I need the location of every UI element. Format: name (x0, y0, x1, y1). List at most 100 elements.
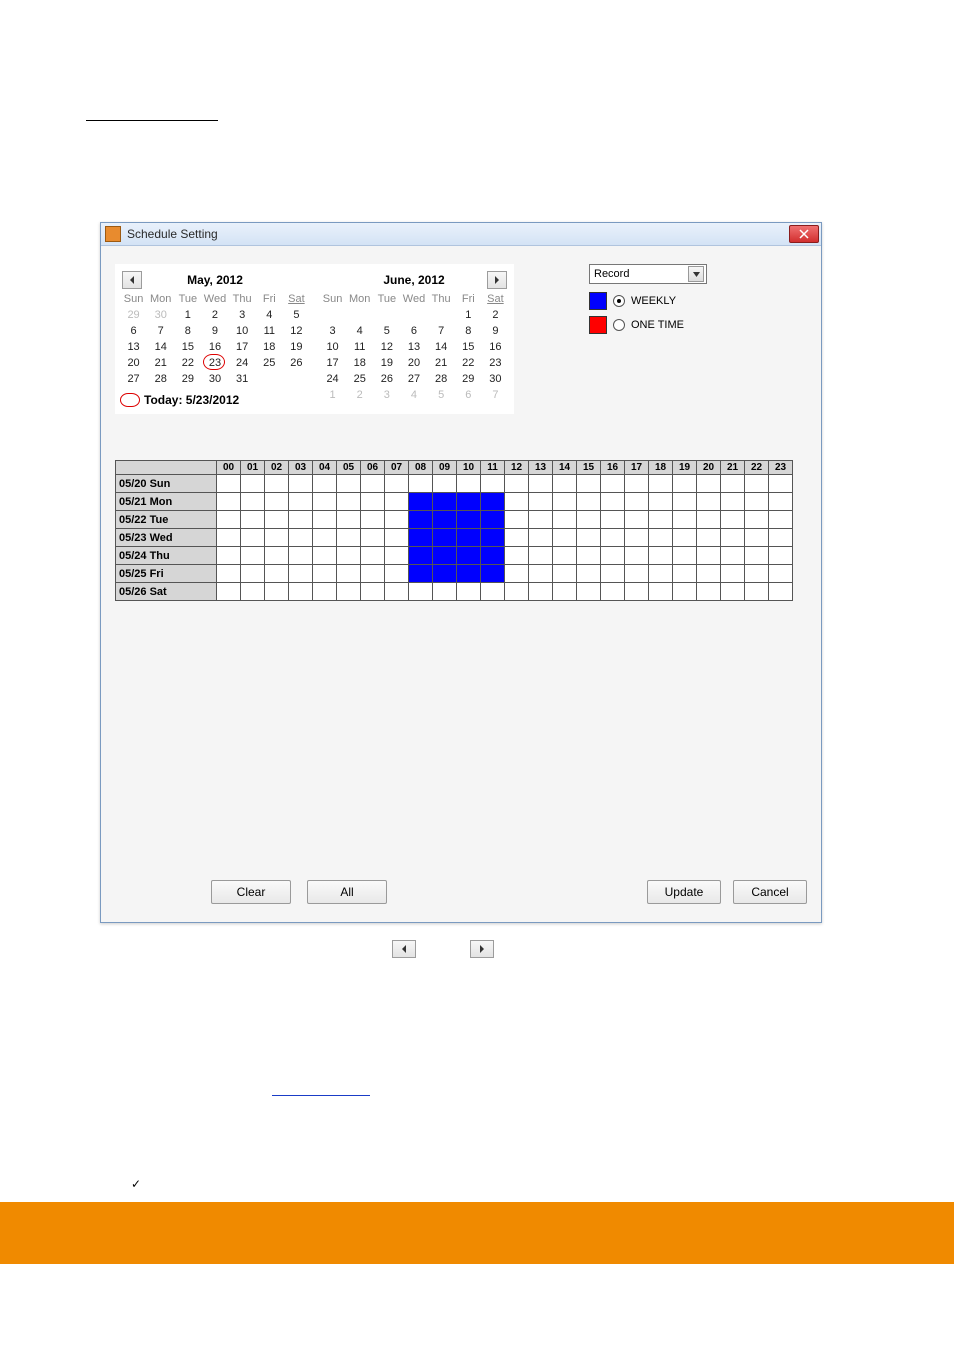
schedule-cell[interactable] (409, 529, 433, 547)
schedule-cell[interactable] (505, 565, 529, 583)
calendar-day[interactable]: 12 (373, 339, 400, 355)
cancel-button[interactable]: Cancel (733, 880, 807, 904)
schedule-cell[interactable] (625, 493, 649, 511)
schedule-cell[interactable] (433, 493, 457, 511)
clear-button[interactable]: Clear (211, 880, 291, 904)
calendar-day[interactable]: 31 (229, 371, 256, 387)
schedule-cell[interactable] (481, 529, 505, 547)
schedule-cell[interactable] (625, 529, 649, 547)
calendar-day[interactable]: 7 (482, 387, 509, 403)
schedule-cell[interactable] (721, 583, 745, 601)
schedule-cell[interactable] (721, 547, 745, 565)
calendar-day[interactable]: 29 (120, 307, 147, 323)
schedule-cell[interactable] (649, 475, 673, 493)
calendar-day[interactable]: 7 (428, 323, 455, 339)
schedule-cell[interactable] (697, 529, 721, 547)
schedule-cell[interactable] (265, 547, 289, 565)
onetime-radio[interactable] (613, 319, 625, 331)
close-button[interactable] (789, 225, 819, 243)
schedule-cell[interactable] (289, 583, 313, 601)
schedule-cell[interactable] (577, 493, 601, 511)
schedule-cell[interactable] (721, 529, 745, 547)
schedule-cell[interactable] (649, 511, 673, 529)
schedule-cell[interactable] (409, 493, 433, 511)
schedule-cell[interactable] (697, 511, 721, 529)
schedule-cell[interactable] (481, 475, 505, 493)
calendar-day[interactable]: 24 (319, 371, 346, 387)
weekly-radio[interactable] (613, 295, 625, 307)
schedule-cell[interactable] (241, 547, 265, 565)
today-indicator[interactable]: Today: 5/23/2012 (120, 393, 310, 407)
schedule-cell[interactable] (337, 475, 361, 493)
calendar-day[interactable]: 25 (346, 371, 373, 387)
schedule-cell[interactable] (241, 529, 265, 547)
calendar-day[interactable]: 18 (346, 355, 373, 371)
calendar-day[interactable]: 5 (428, 387, 455, 403)
schedule-cell[interactable] (601, 493, 625, 511)
schedule-cell[interactable] (217, 511, 241, 529)
schedule-cell[interactable] (721, 475, 745, 493)
calendar-day[interactable]: 7 (147, 323, 174, 339)
schedule-cell[interactable] (409, 511, 433, 529)
schedule-cell[interactable] (241, 583, 265, 601)
calendar-day[interactable]: 11 (346, 339, 373, 355)
calendar-day[interactable]: 11 (256, 323, 283, 339)
calendar-day[interactable]: 17 (319, 355, 346, 371)
calendar-day[interactable]: 1 (455, 307, 482, 323)
schedule-cell[interactable] (577, 529, 601, 547)
schedule-cell[interactable] (457, 529, 481, 547)
schedule-cell[interactable] (697, 565, 721, 583)
schedule-cell[interactable] (721, 511, 745, 529)
schedule-cell[interactable] (241, 493, 265, 511)
schedule-cell[interactable] (769, 493, 793, 511)
schedule-cell[interactable] (217, 529, 241, 547)
schedule-cell[interactable] (673, 475, 697, 493)
schedule-cell[interactable] (601, 547, 625, 565)
schedule-cell[interactable] (745, 583, 769, 601)
schedule-cell[interactable] (361, 475, 385, 493)
schedule-cell[interactable] (553, 565, 577, 583)
schedule-cell[interactable] (265, 583, 289, 601)
schedule-cell[interactable] (529, 547, 553, 565)
calendar-day[interactable]: 19 (373, 355, 400, 371)
schedule-cell[interactable] (409, 565, 433, 583)
schedule-cell[interactable] (337, 529, 361, 547)
schedule-cell[interactable] (337, 493, 361, 511)
schedule-cell[interactable] (769, 565, 793, 583)
schedule-cell[interactable] (361, 529, 385, 547)
schedule-cell[interactable] (553, 511, 577, 529)
schedule-cell[interactable] (601, 475, 625, 493)
calendar-day[interactable]: 26 (373, 371, 400, 387)
calendar-day[interactable]: 6 (455, 387, 482, 403)
calendar-day[interactable]: 30 (482, 371, 509, 387)
schedule-cell[interactable] (625, 547, 649, 565)
schedule-cell[interactable] (433, 565, 457, 583)
schedule-cell[interactable] (553, 547, 577, 565)
schedule-cell[interactable] (361, 583, 385, 601)
schedule-cell[interactable] (601, 511, 625, 529)
schedule-cell[interactable] (457, 565, 481, 583)
calendar-day[interactable]: 22 (455, 355, 482, 371)
schedule-cell[interactable] (769, 547, 793, 565)
schedule-cell[interactable] (577, 511, 601, 529)
schedule-cell[interactable] (457, 547, 481, 565)
schedule-cell[interactable] (673, 529, 697, 547)
schedule-cell[interactable] (529, 475, 553, 493)
schedule-cell[interactable] (385, 565, 409, 583)
schedule-cell[interactable] (673, 547, 697, 565)
calendar-day[interactable]: 15 (455, 339, 482, 355)
calendar-day[interactable]: 13 (400, 339, 427, 355)
schedule-cell[interactable] (385, 511, 409, 529)
schedule-cell[interactable] (409, 583, 433, 601)
calendar-day[interactable]: 2 (346, 387, 373, 403)
schedule-cell[interactable] (337, 511, 361, 529)
schedule-cell[interactable] (553, 493, 577, 511)
calendar-day[interactable]: 29 (455, 371, 482, 387)
schedule-cell[interactable] (385, 475, 409, 493)
schedule-cell[interactable] (289, 511, 313, 529)
schedule-cell[interactable] (385, 547, 409, 565)
schedule-grid[interactable]: 0001020304050607080910111213141516171819… (115, 460, 793, 601)
schedule-cell[interactable] (601, 583, 625, 601)
schedule-cell[interactable] (577, 475, 601, 493)
schedule-cell[interactable] (433, 583, 457, 601)
